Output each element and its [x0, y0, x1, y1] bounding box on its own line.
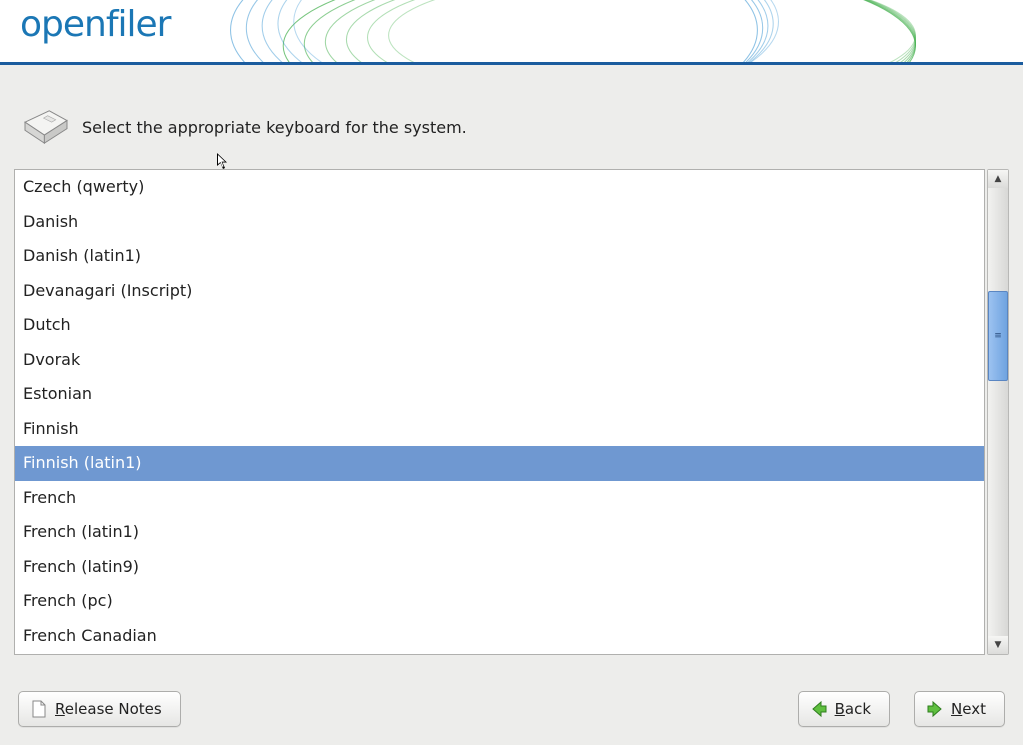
list-item[interactable]: Devanagari (Inscript) [15, 274, 984, 309]
list-item[interactable]: French (latin1) [15, 515, 984, 550]
scroll-up-button[interactable]: ▲ [988, 170, 1008, 188]
arrow-right-icon [925, 699, 945, 719]
mouse-cursor [216, 152, 230, 170]
list-item[interactable]: French (latin9) [15, 550, 984, 585]
keyboard-list-wrap: Czech (qwerty)DanishDanish (latin1)Devan… [14, 169, 1009, 655]
banner-art [220, 0, 1023, 65]
scroll-down-button[interactable]: ▼ [988, 636, 1008, 654]
header-banner: openfiler [0, 0, 1023, 65]
scroll-track[interactable]: ≡ [988, 188, 1008, 636]
next-label: Next [951, 700, 986, 718]
release-notes-label: Release Notes [55, 700, 162, 718]
keyboard-listbox[interactable]: Czech (qwerty)DanishDanish (latin1)Devan… [14, 169, 985, 655]
list-item[interactable]: Finnish [15, 412, 984, 447]
list-item[interactable]: Dutch [15, 308, 984, 343]
next-button[interactable]: Next [914, 691, 1005, 727]
list-item[interactable]: Dvorak [15, 343, 984, 378]
list-item[interactable]: French (pc) [15, 584, 984, 619]
keyboard-icon [20, 106, 72, 148]
list-item[interactable]: Danish [15, 205, 984, 240]
back-label: Back [835, 700, 871, 718]
list-item[interactable]: Finnish (latin1) [15, 446, 984, 481]
list-item[interactable]: French [15, 481, 984, 516]
release-notes-button[interactable]: Release Notes [18, 691, 181, 727]
list-item[interactable]: French Canadian [15, 619, 984, 654]
brand-logo: openfiler [20, 4, 170, 45]
prompt-row: Select the appropriate keyboard for the … [20, 103, 1023, 151]
arrow-left-icon [809, 699, 829, 719]
scrollbar[interactable]: ▲ ≡ ▼ [987, 169, 1009, 655]
list-item[interactable]: Czech (qwerty) [15, 170, 984, 205]
back-button[interactable]: Back [798, 691, 890, 727]
footer: Release Notes Back Next [0, 677, 1023, 745]
list-item[interactable]: Danish (latin1) [15, 239, 984, 274]
scroll-thumb[interactable]: ≡ [988, 291, 1008, 381]
prompt-text: Select the appropriate keyboard for the … [82, 118, 467, 137]
list-item[interactable]: Estonian [15, 377, 984, 412]
document-icon [29, 699, 49, 719]
